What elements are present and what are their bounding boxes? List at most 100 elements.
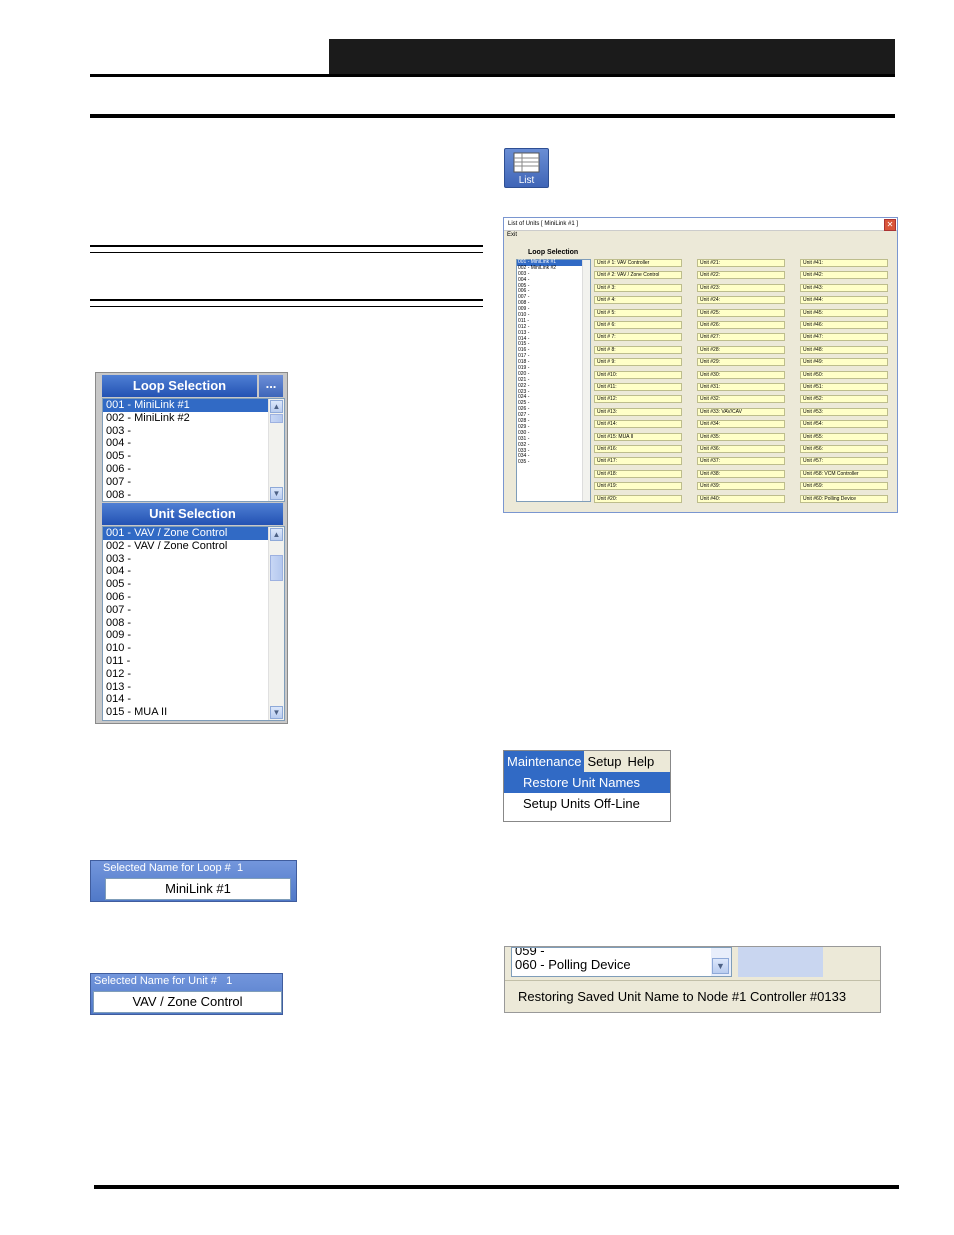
list-button[interactable]: List: [504, 148, 549, 188]
unit-name-cell[interactable]: Unit #40:: [697, 494, 785, 503]
unit-name-cell[interactable]: Unit #38:: [697, 469, 785, 478]
list-item[interactable]: 001 - MiniLink #1: [103, 399, 284, 412]
unit-name-field[interactable]: VAV / Zone Control: [93, 991, 282, 1013]
unit-name-cell[interactable]: Unit #12:: [594, 395, 682, 404]
unit-name-cell[interactable]: Unit # 5:: [594, 308, 682, 317]
unit-name-cell[interactable]: Unit #49:: [800, 358, 888, 367]
unit-name-cell[interactable]: Unit #36:: [697, 445, 785, 453]
unit-name-cell[interactable]: Unit #29:: [697, 358, 785, 367]
unit-name-cell[interactable]: Unit #60: Polling Device: [800, 494, 888, 503]
unit-name-cell[interactable]: Unit #44:: [800, 296, 888, 305]
list-item[interactable]: 004 -: [103, 565, 284, 578]
unit-name-cell[interactable]: Unit #28:: [697, 345, 785, 354]
window-loop-list[interactable]: 001 - MiniLink #1 002 - MiniLink #2 003 -0…: [516, 259, 591, 502]
list-item[interactable]: 009 -: [103, 629, 284, 642]
unit-name-cell[interactable]: Unit #55:: [800, 432, 888, 441]
unit-name-cell[interactable]: Unit #20:: [594, 494, 682, 503]
menu-maintenance[interactable]: Maintenance: [504, 751, 585, 772]
menu-help[interactable]: Help: [624, 751, 657, 772]
scroll-down-icon[interactable]: ▼: [712, 958, 729, 974]
list-item[interactable]: 002 - VAV / Zone Control: [103, 540, 284, 553]
unit-name-cell[interactable]: Unit #27:: [697, 333, 785, 342]
status-scrollbar[interactable]: ▼: [711, 948, 731, 976]
list-item[interactable]: 008 -: [103, 489, 284, 502]
unit-name-cell[interactable]: Unit #34:: [697, 420, 785, 429]
close-icon[interactable]: ✕: [884, 219, 896, 231]
unit-name-cell[interactable]: Unit #23:: [697, 283, 785, 292]
unit-name-cell[interactable]: Unit #53:: [800, 407, 888, 416]
unit-name-cell[interactable]: Unit #22:: [697, 271, 785, 280]
unit-name-cell[interactable]: Unit #26:: [697, 321, 785, 329]
unit-name-cell[interactable]: Unit #10:: [594, 370, 682, 379]
unit-name-cell[interactable]: Unit #15: MUA II: [594, 432, 682, 441]
unit-name-cell[interactable]: Unit #54:: [800, 420, 888, 429]
menu-setup[interactable]: Setup: [584, 751, 624, 772]
unit-name-cell[interactable]: Unit #30:: [697, 370, 785, 379]
loop-ellipsis-button[interactable]: ...: [259, 375, 283, 397]
unit-name-cell[interactable]: Unit #48:: [800, 345, 888, 354]
list-item[interactable]: 060 - Polling Device: [512, 958, 731, 972]
list-item[interactable]: 001 - VAV / Zone Control: [103, 527, 284, 540]
unit-name-cell[interactable]: Unit #39:: [697, 482, 785, 491]
unit-name-cell[interactable]: Unit #50:: [800, 370, 888, 379]
scroll-thumb[interactable]: [270, 555, 283, 581]
unit-name-cell[interactable]: Unit #47:: [800, 333, 888, 342]
list-item[interactable]: 007 -: [103, 476, 284, 489]
unit-name-cell[interactable]: Unit #31:: [697, 383, 785, 391]
list-item[interactable]: 002 - MiniLink #2: [103, 412, 284, 425]
list-item[interactable]: 004 -: [103, 437, 284, 450]
window-loop-scrollbar[interactable]: [582, 260, 590, 501]
unit-name-cell[interactable]: Unit #17:: [594, 457, 682, 466]
list-item[interactable]: 003 -: [103, 553, 284, 566]
menu-item-restore-unit-names[interactable]: Restore Unit Names: [504, 772, 670, 793]
list-item[interactable]: 005 -: [103, 450, 284, 463]
unit-name-cell[interactable]: Unit #59:: [800, 482, 888, 491]
list-item[interactable]: 035 -: [517, 459, 590, 466]
unit-name-cell[interactable]: Unit #11:: [594, 383, 682, 391]
unit-name-cell[interactable]: Unit # 4:: [594, 296, 682, 305]
unit-name-cell[interactable]: Unit #43:: [800, 283, 888, 292]
list-item[interactable]: 013 -: [103, 681, 284, 694]
unit-name-cell[interactable]: Unit #16:: [594, 445, 682, 453]
loop-name-field[interactable]: MiniLink #1: [105, 878, 291, 900]
unit-name-cell[interactable]: Unit #37:: [697, 457, 785, 466]
unit-name-cell[interactable]: Unit #57:: [800, 457, 888, 466]
unit-name-cell[interactable]: Unit #33: VAV/CAV: [697, 407, 785, 416]
unit-name-cell[interactable]: Unit # 2: VAV / Zone Control: [594, 271, 682, 280]
unit-name-cell[interactable]: Unit # 8:: [594, 345, 682, 354]
unit-name-cell[interactable]: Unit #21:: [697, 259, 785, 267]
unit-name-cell[interactable]: Unit #45:: [800, 308, 888, 317]
list-item[interactable]: 003 -: [103, 425, 284, 438]
unit-name-cell[interactable]: Unit #24:: [697, 296, 785, 305]
unit-name-cell[interactable]: Unit #35:: [697, 432, 785, 441]
unit-name-cell[interactable]: Unit #41:: [800, 259, 888, 267]
list-item[interactable]: 005 -: [103, 578, 284, 591]
unit-name-cell[interactable]: Unit #51:: [800, 383, 888, 391]
unit-name-cell[interactable]: Unit #32:: [697, 395, 785, 404]
list-item[interactable]: 012 -: [103, 668, 284, 681]
unit-scrollbar[interactable]: ▲ ▼: [268, 527, 284, 720]
list-item[interactable]: 006 -: [103, 591, 284, 604]
unit-name-cell[interactable]: Unit #52:: [800, 395, 888, 404]
list-item[interactable]: 006 -: [103, 463, 284, 476]
unit-name-cell[interactable]: Unit #46:: [800, 321, 888, 329]
list-item[interactable]: 010 -: [103, 642, 284, 655]
unit-name-cell[interactable]: Unit #14:: [594, 420, 682, 429]
list-item[interactable]: 015 - MUA II: [103, 706, 284, 719]
scroll-down-icon[interactable]: ▼: [270, 487, 283, 500]
unit-name-cell[interactable]: Unit #19:: [594, 482, 682, 491]
unit-name-cell[interactable]: Unit # 9:: [594, 358, 682, 367]
scroll-up-icon[interactable]: ▲: [270, 400, 283, 413]
unit-name-cell[interactable]: Unit # 7:: [594, 333, 682, 342]
unit-name-cell[interactable]: Unit # 1: VAV Controller: [594, 259, 682, 267]
scroll-up-icon[interactable]: ▲: [270, 528, 283, 541]
list-item[interactable]: 007 -: [103, 604, 284, 617]
unit-name-cell[interactable]: Unit #25:: [697, 308, 785, 317]
loop-scrollbar[interactable]: ▲ ▼: [268, 399, 284, 501]
unit-name-cell[interactable]: Unit #42:: [800, 271, 888, 280]
list-item[interactable]: 014 -: [103, 693, 284, 706]
loop-selection-list[interactable]: 001 - MiniLink #1 002 - MiniLink #2 003 -0…: [102, 398, 285, 502]
unit-name-cell[interactable]: Unit #18:: [594, 469, 682, 478]
menu-item-setup-units-off-line[interactable]: Setup Units Off-Line: [504, 793, 670, 814]
scroll-down-icon[interactable]: ▼: [270, 706, 283, 719]
